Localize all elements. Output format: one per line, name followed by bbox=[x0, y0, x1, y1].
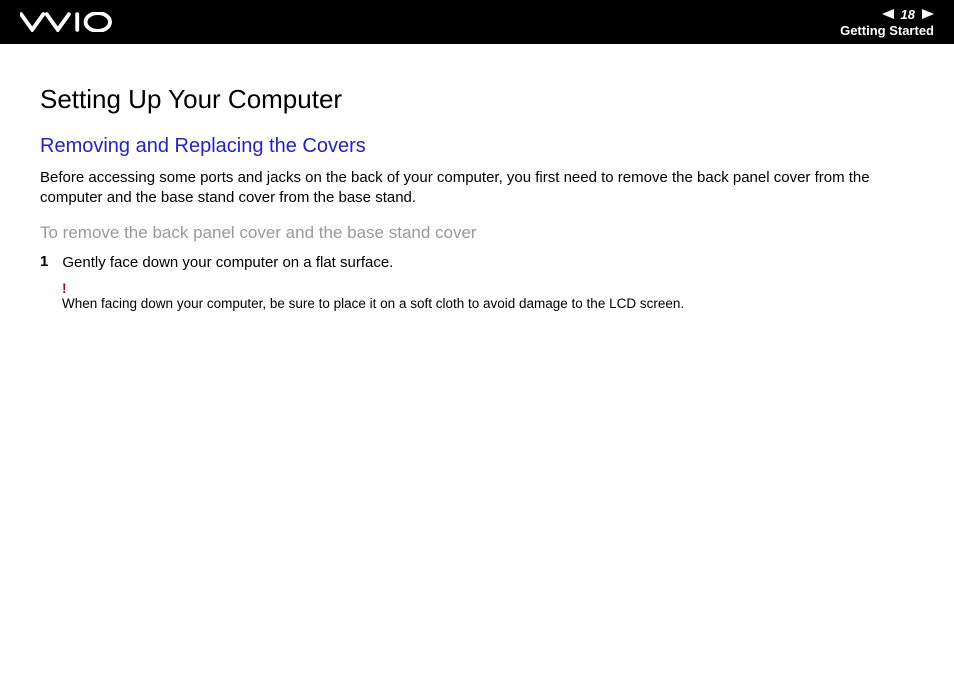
sub-heading: Removing and Replacing the Covers bbox=[40, 135, 934, 158]
page-number: 18 bbox=[898, 7, 918, 22]
section-label: Getting Started bbox=[840, 23, 934, 38]
intro-text: Before accessing some ports and jacks on… bbox=[40, 168, 910, 207]
next-page-icon[interactable] bbox=[922, 9, 934, 19]
document-content: Setting Up Your Computer Removing and Re… bbox=[0, 44, 954, 312]
step-number: 1 bbox=[40, 253, 48, 273]
caution-mark: ! bbox=[62, 281, 934, 295]
page-nav: 18 bbox=[882, 7, 934, 22]
step-text: Gently face down your computer on a flat… bbox=[62, 253, 393, 273]
vaio-logo bbox=[20, 12, 120, 32]
header-right: 18 Getting Started bbox=[840, 7, 934, 38]
caution-text: When facing down your computer, be sure … bbox=[62, 295, 934, 313]
main-heading: Setting Up Your Computer bbox=[40, 84, 934, 115]
header-bar: 18 Getting Started bbox=[0, 0, 954, 44]
caution-block: ! When facing down your computer, be sur… bbox=[62, 281, 934, 313]
procedure-heading: To remove the back panel cover and the b… bbox=[40, 223, 934, 243]
prev-page-icon[interactable] bbox=[882, 9, 894, 19]
step-row: 1 Gently face down your computer on a fl… bbox=[40, 253, 934, 273]
